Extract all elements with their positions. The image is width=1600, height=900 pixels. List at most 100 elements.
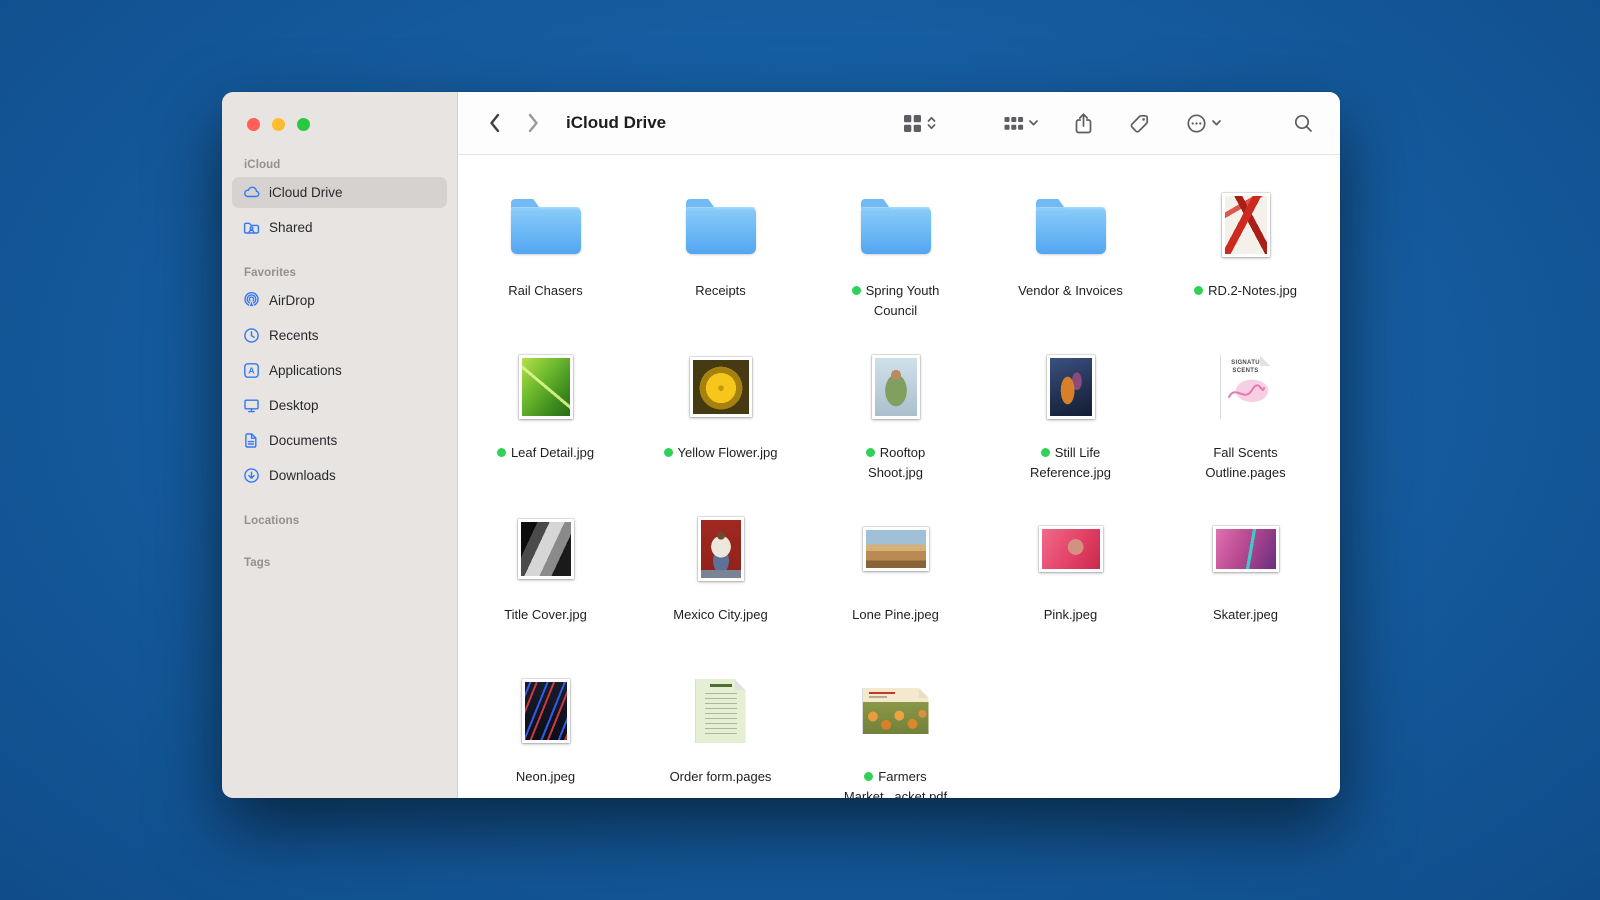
download-icon bbox=[241, 467, 261, 484]
section-header[interactable]: Locations bbox=[222, 515, 457, 533]
sync-badge-icon bbox=[497, 448, 506, 457]
file-item[interactable]: Rail Chasers bbox=[458, 179, 633, 341]
document-text-line bbox=[869, 696, 887, 698]
document-icon bbox=[241, 432, 261, 449]
sync-badge-icon bbox=[852, 286, 861, 295]
sidebar-section-locations: Locations bbox=[222, 515, 457, 533]
shared-folder-icon bbox=[241, 219, 261, 236]
sidebar-item-label: Applications bbox=[269, 363, 342, 378]
file-item[interactable]: Receipts bbox=[633, 179, 808, 341]
share-icon bbox=[1074, 112, 1093, 135]
share-button[interactable] bbox=[1074, 112, 1093, 135]
file-label: Vendor & Invoices bbox=[1018, 281, 1123, 301]
forward-button[interactable] bbox=[527, 112, 540, 134]
file-item[interactable]: Pink.jpeg bbox=[983, 503, 1158, 665]
file-browser: Rail Chasers Receipts Spring Youth Counc… bbox=[458, 155, 1340, 798]
file-item[interactable]: Neon.jpeg bbox=[458, 665, 633, 798]
file-label: Rail Chasers bbox=[508, 281, 582, 301]
image-thumbnail bbox=[1213, 526, 1279, 572]
tag-icon bbox=[1129, 113, 1150, 134]
sidebar-item-desktop[interactable]: Desktop bbox=[232, 390, 447, 421]
file-label: Mexico City.jpeg bbox=[673, 605, 767, 625]
file-item[interactable]: Title Cover.jpg bbox=[458, 503, 633, 665]
file-item[interactable]: Spring Youth Council bbox=[808, 179, 983, 341]
pages-document-icon: SIGNATU SCENTS bbox=[1221, 355, 1271, 419]
image-thumbnail bbox=[1222, 193, 1270, 257]
image-thumbnail bbox=[863, 527, 929, 571]
sidebar-item-applications[interactable]: A Applications bbox=[232, 355, 447, 386]
sidebar-item-label: iCloud Drive bbox=[269, 185, 343, 200]
sidebar-section-tags: Tags bbox=[222, 557, 457, 575]
file-item[interactable]: RD.2-Notes.jpg bbox=[1158, 179, 1333, 341]
pdf-document-icon bbox=[863, 688, 929, 734]
file-item[interactable]: Still Life Reference.jpg bbox=[983, 341, 1158, 503]
file-item[interactable]: Farmers Market...acket.pdf bbox=[808, 665, 983, 798]
document-thumb-text: SIGNATU SCENTS bbox=[1223, 360, 1269, 376]
file-item[interactable]: Lone Pine.jpeg bbox=[808, 503, 983, 665]
tags-button[interactable] bbox=[1129, 113, 1150, 134]
minimize-button[interactable] bbox=[272, 118, 285, 131]
sidebar-item-airdrop[interactable]: AirDrop bbox=[232, 285, 447, 316]
airdrop-icon bbox=[241, 292, 261, 309]
file-item[interactable]: Vendor & Invoices bbox=[983, 179, 1158, 341]
file-label: Lone Pine.jpeg bbox=[852, 605, 939, 625]
image-thumbnail bbox=[522, 679, 570, 743]
document-title-bar bbox=[710, 684, 732, 687]
sidebar-item-documents[interactable]: Documents bbox=[232, 425, 447, 456]
window-title: iCloud Drive bbox=[566, 113, 666, 133]
sidebar-item-downloads[interactable]: Downloads bbox=[232, 460, 447, 491]
file-label: Farmers Market...acket.pdf bbox=[838, 767, 954, 798]
folder-icon bbox=[511, 207, 581, 254]
sidebar-nav: iCloud iCloud Drive Shared Favorites bbox=[222, 131, 457, 575]
toolbar: iCloud Drive bbox=[458, 92, 1340, 155]
cloud-icon bbox=[241, 184, 261, 201]
sidebar-item-shared[interactable]: Shared bbox=[232, 212, 447, 243]
image-thumbnail bbox=[698, 517, 744, 581]
search-icon bbox=[1293, 113, 1314, 134]
icon-grid: Rail Chasers Receipts Spring Youth Counc… bbox=[458, 179, 1340, 798]
more-actions-button[interactable] bbox=[1186, 113, 1221, 134]
section-header[interactable]: Tags bbox=[222, 557, 457, 575]
section-header: iCloud bbox=[222, 159, 457, 177]
file-item[interactable]: Leaf Detail.jpg bbox=[458, 341, 633, 503]
document-text-lines bbox=[705, 693, 737, 735]
up-down-chevron-icon bbox=[927, 115, 936, 131]
zoom-button[interactable] bbox=[297, 118, 310, 131]
sync-badge-icon bbox=[664, 448, 673, 457]
sync-badge-icon bbox=[864, 772, 873, 781]
back-button[interactable] bbox=[488, 112, 501, 134]
file-item[interactable]: Skater.jpeg bbox=[1158, 503, 1333, 665]
finder-window: iCloud iCloud Drive Shared Favorites bbox=[222, 92, 1340, 798]
group-by-button[interactable] bbox=[1004, 116, 1038, 131]
desktop-icon bbox=[241, 397, 261, 414]
folder-icon bbox=[686, 207, 756, 254]
sidebar-item-label: Downloads bbox=[269, 468, 336, 483]
search-button[interactable] bbox=[1293, 113, 1314, 134]
sidebar-item-label: AirDrop bbox=[269, 293, 315, 308]
image-thumbnail bbox=[519, 355, 573, 419]
sidebar-item-label: Shared bbox=[269, 220, 313, 235]
close-button[interactable] bbox=[247, 118, 260, 131]
script-squiggle-icon bbox=[1226, 382, 1266, 404]
file-item[interactable]: Order form.pages bbox=[633, 665, 808, 798]
sync-badge-icon bbox=[1041, 448, 1050, 457]
file-item[interactable]: Rooftop Shoot.jpg bbox=[808, 341, 983, 503]
chevron-down-icon bbox=[1212, 120, 1221, 126]
ellipsis-circle-icon bbox=[1186, 113, 1207, 134]
sidebar-item-recents[interactable]: Recents bbox=[232, 320, 447, 351]
file-label: Rooftop Shoot.jpg bbox=[838, 443, 954, 482]
file-item[interactable]: SIGNATU SCENTS Fall Scents Outline.pages bbox=[1158, 341, 1333, 503]
file-label: Neon.jpeg bbox=[516, 767, 575, 787]
file-item[interactable]: Mexico City.jpeg bbox=[633, 503, 808, 665]
view-switcher-button[interactable] bbox=[903, 114, 936, 133]
sidebar-item-icloud-drive[interactable]: iCloud Drive bbox=[232, 177, 447, 208]
sidebar-section-icloud: iCloud iCloud Drive Shared bbox=[222, 159, 457, 243]
file-item[interactable]: Yellow Flower.jpg bbox=[633, 341, 808, 503]
file-label: Yellow Flower.jpg bbox=[664, 443, 778, 463]
sidebar: iCloud iCloud Drive Shared Favorites bbox=[222, 92, 458, 798]
clock-icon bbox=[241, 327, 261, 344]
applications-icon: A bbox=[241, 362, 261, 379]
main-panel: iCloud Drive bbox=[458, 92, 1340, 798]
file-label: RD.2-Notes.jpg bbox=[1194, 281, 1297, 301]
sync-badge-icon bbox=[1194, 286, 1203, 295]
